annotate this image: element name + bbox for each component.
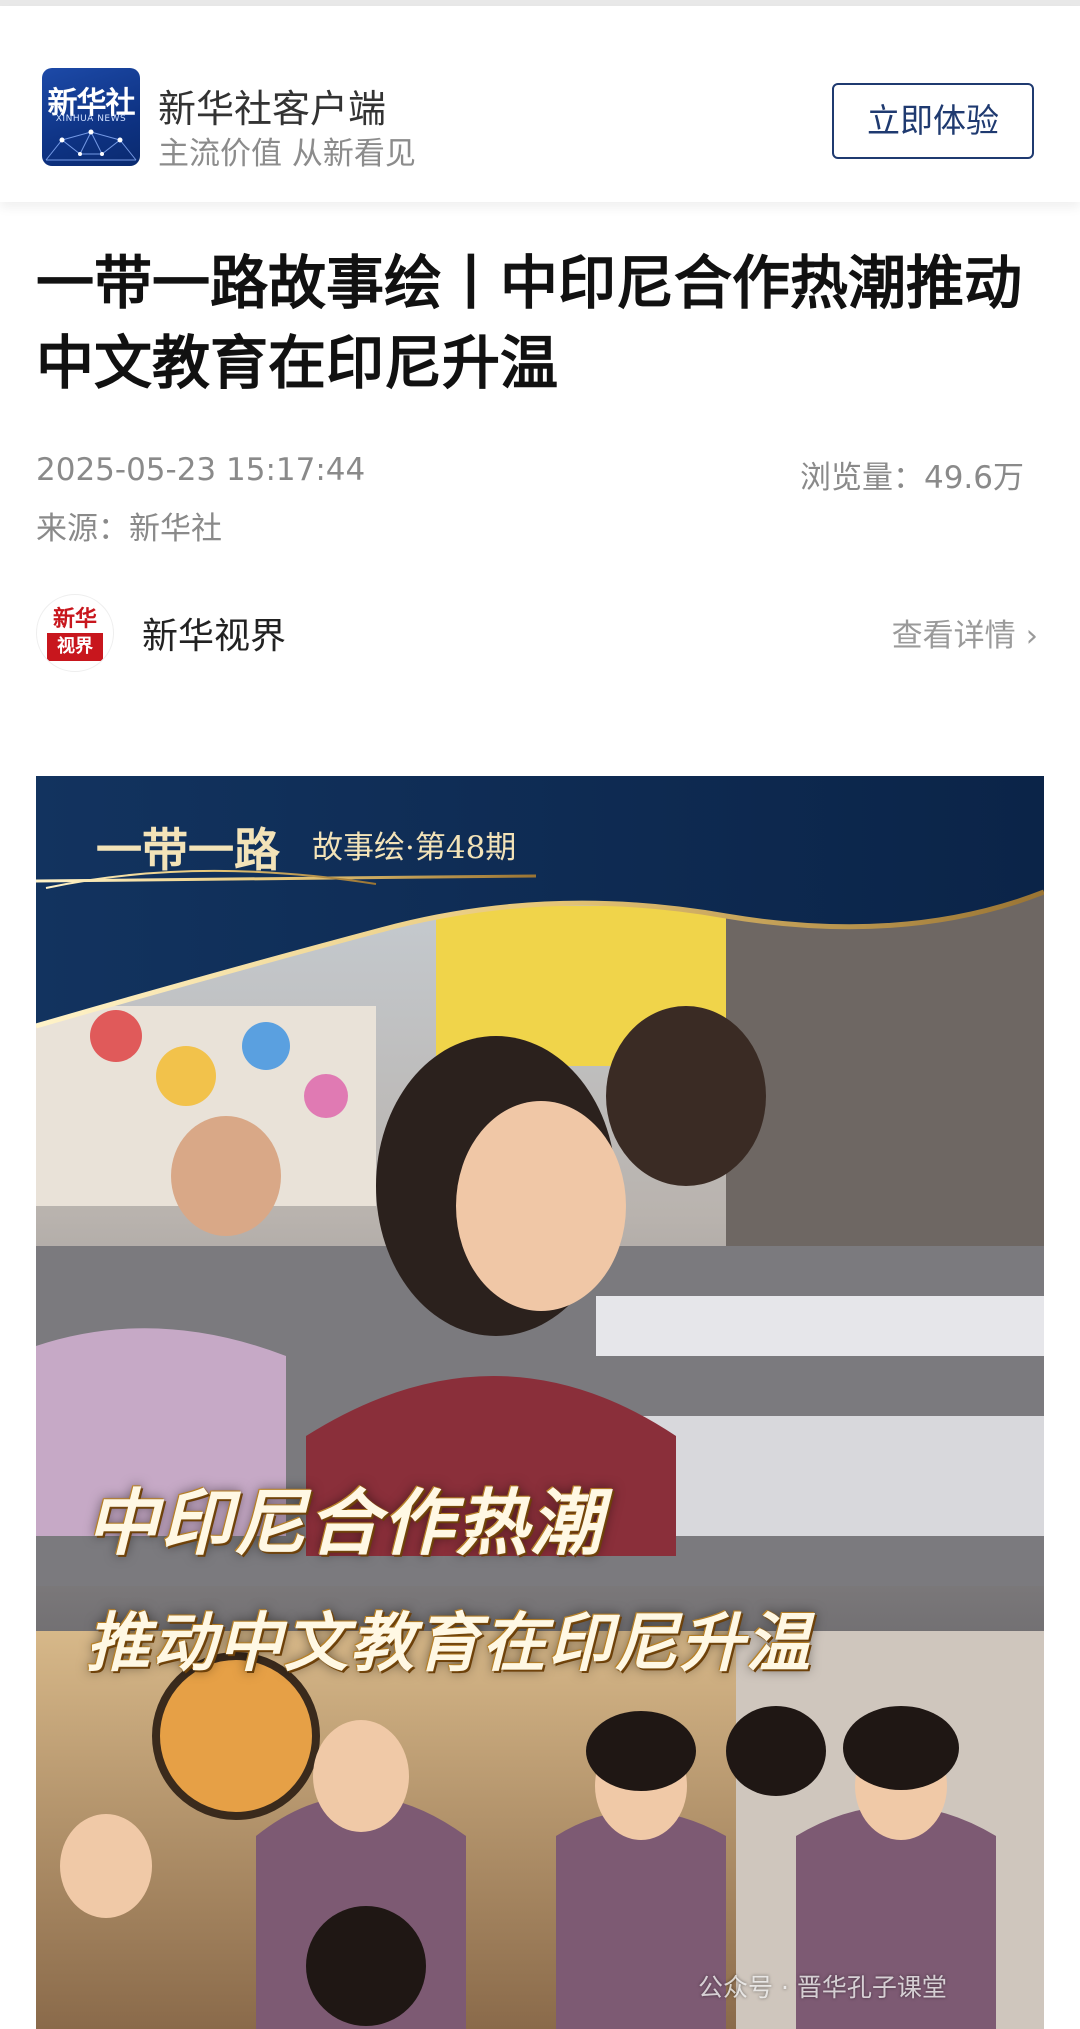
image-caption-line1: 中印尼合作热潮 xyxy=(86,1481,605,1565)
chevron-right-icon: › xyxy=(1025,618,1038,654)
banner-subtitle: 故事绘·第48期 xyxy=(312,830,517,866)
view-count: 浏览量：49.6万 xyxy=(799,460,1024,496)
try-now-button[interactable]: 立即体验 xyxy=(832,83,1034,159)
banner-title: 一带一路 xyxy=(96,823,280,877)
view-details-label: 查看详情 xyxy=(891,618,1016,654)
publish-datetime: 2025-05-23 15:17:44 xyxy=(36,452,366,488)
account-name[interactable]: 新华视界 xyxy=(142,607,286,659)
xinhua-logo-icon: 新华社 XINHUA NEWS xyxy=(42,68,140,166)
app-name: 新华社客户端 xyxy=(158,87,387,131)
xinhua-vision-logo-icon[interactable]: 新华 视界 xyxy=(36,594,114,672)
app-download-bar: 新华社 XINHUA NEWS 新华社客户端 主流价值 从新看见 立即体验 xyxy=(0,6,1080,202)
article-hero-image[interactable]: 一带一路 故事绘·第48期 中印尼合作热潮 推动中文教育在印尼升温 公众号 · … xyxy=(36,776,1044,2029)
article-source: 来源：新华社 xyxy=(36,511,222,547)
app-slogan: 主流价值 从新看见 xyxy=(158,136,416,172)
view-details-link[interactable]: 查看详情 › xyxy=(892,610,1038,655)
image-watermark: 公众号 · 晋华孔子课堂 xyxy=(698,1973,947,2002)
article-title: 一带一路故事绘丨中印尼合作热潮推动中文教育在印尼升温 xyxy=(36,249,1023,397)
image-caption-line2: 推动中文教育在印尼升温 xyxy=(86,1607,812,1681)
